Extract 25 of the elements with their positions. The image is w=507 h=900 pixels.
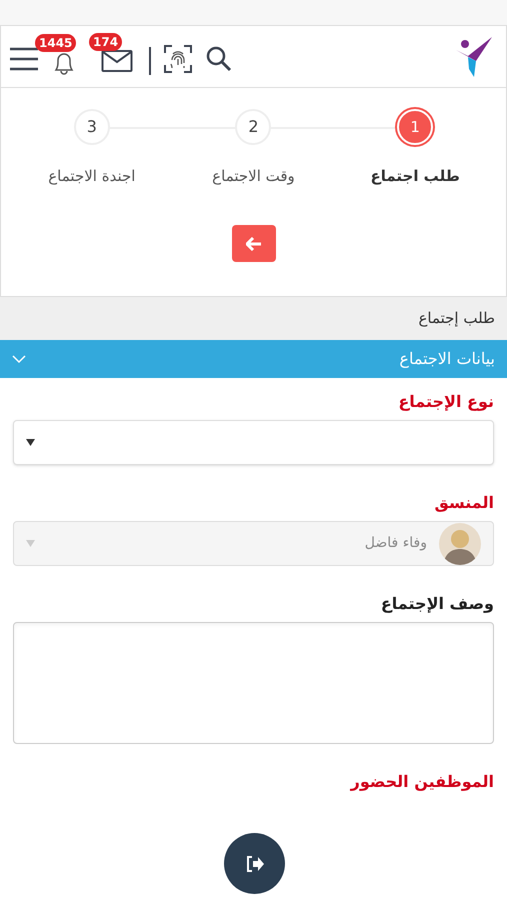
dropdown-arrow-icon: [26, 540, 35, 547]
section-title: طلب إجتماع: [418, 308, 495, 330]
user-name: وفاء فاضل: [364, 534, 427, 553]
select-field[interactable]: [13, 420, 494, 465]
step-label: اجندة الاجتماع: [48, 166, 136, 187]
back-button[interactable]: [232, 225, 276, 262]
dropdown-arrow-icon: [26, 439, 35, 446]
step-label: طلب اجتماع: [370, 166, 460, 187]
chevron-icon: [12, 354, 26, 364]
avatar: [439, 522, 481, 564]
field-label: الموظفين الحضور: [350, 771, 494, 793]
panel-title: بيانات الاجتماع: [399, 348, 495, 370]
menu-icon[interactable]: [9, 46, 39, 72]
fingerprint-icon[interactable]: [163, 44, 193, 74]
field-label: نوع الإجتماع: [398, 391, 494, 413]
notification-badge: 1445: [35, 34, 76, 52]
field-label: المنسق: [434, 492, 494, 514]
envelope-icon[interactable]: [101, 48, 133, 72]
message-badge: 174: [89, 32, 122, 50]
exit-icon: [244, 854, 264, 872]
search-icon[interactable]: [205, 44, 233, 72]
arrow-left-icon: [246, 236, 262, 250]
step-label: وقت الاجتماع: [212, 166, 295, 187]
description-field[interactable]: [13, 622, 494, 744]
field-label: وصف الإجتماع: [380, 593, 494, 615]
